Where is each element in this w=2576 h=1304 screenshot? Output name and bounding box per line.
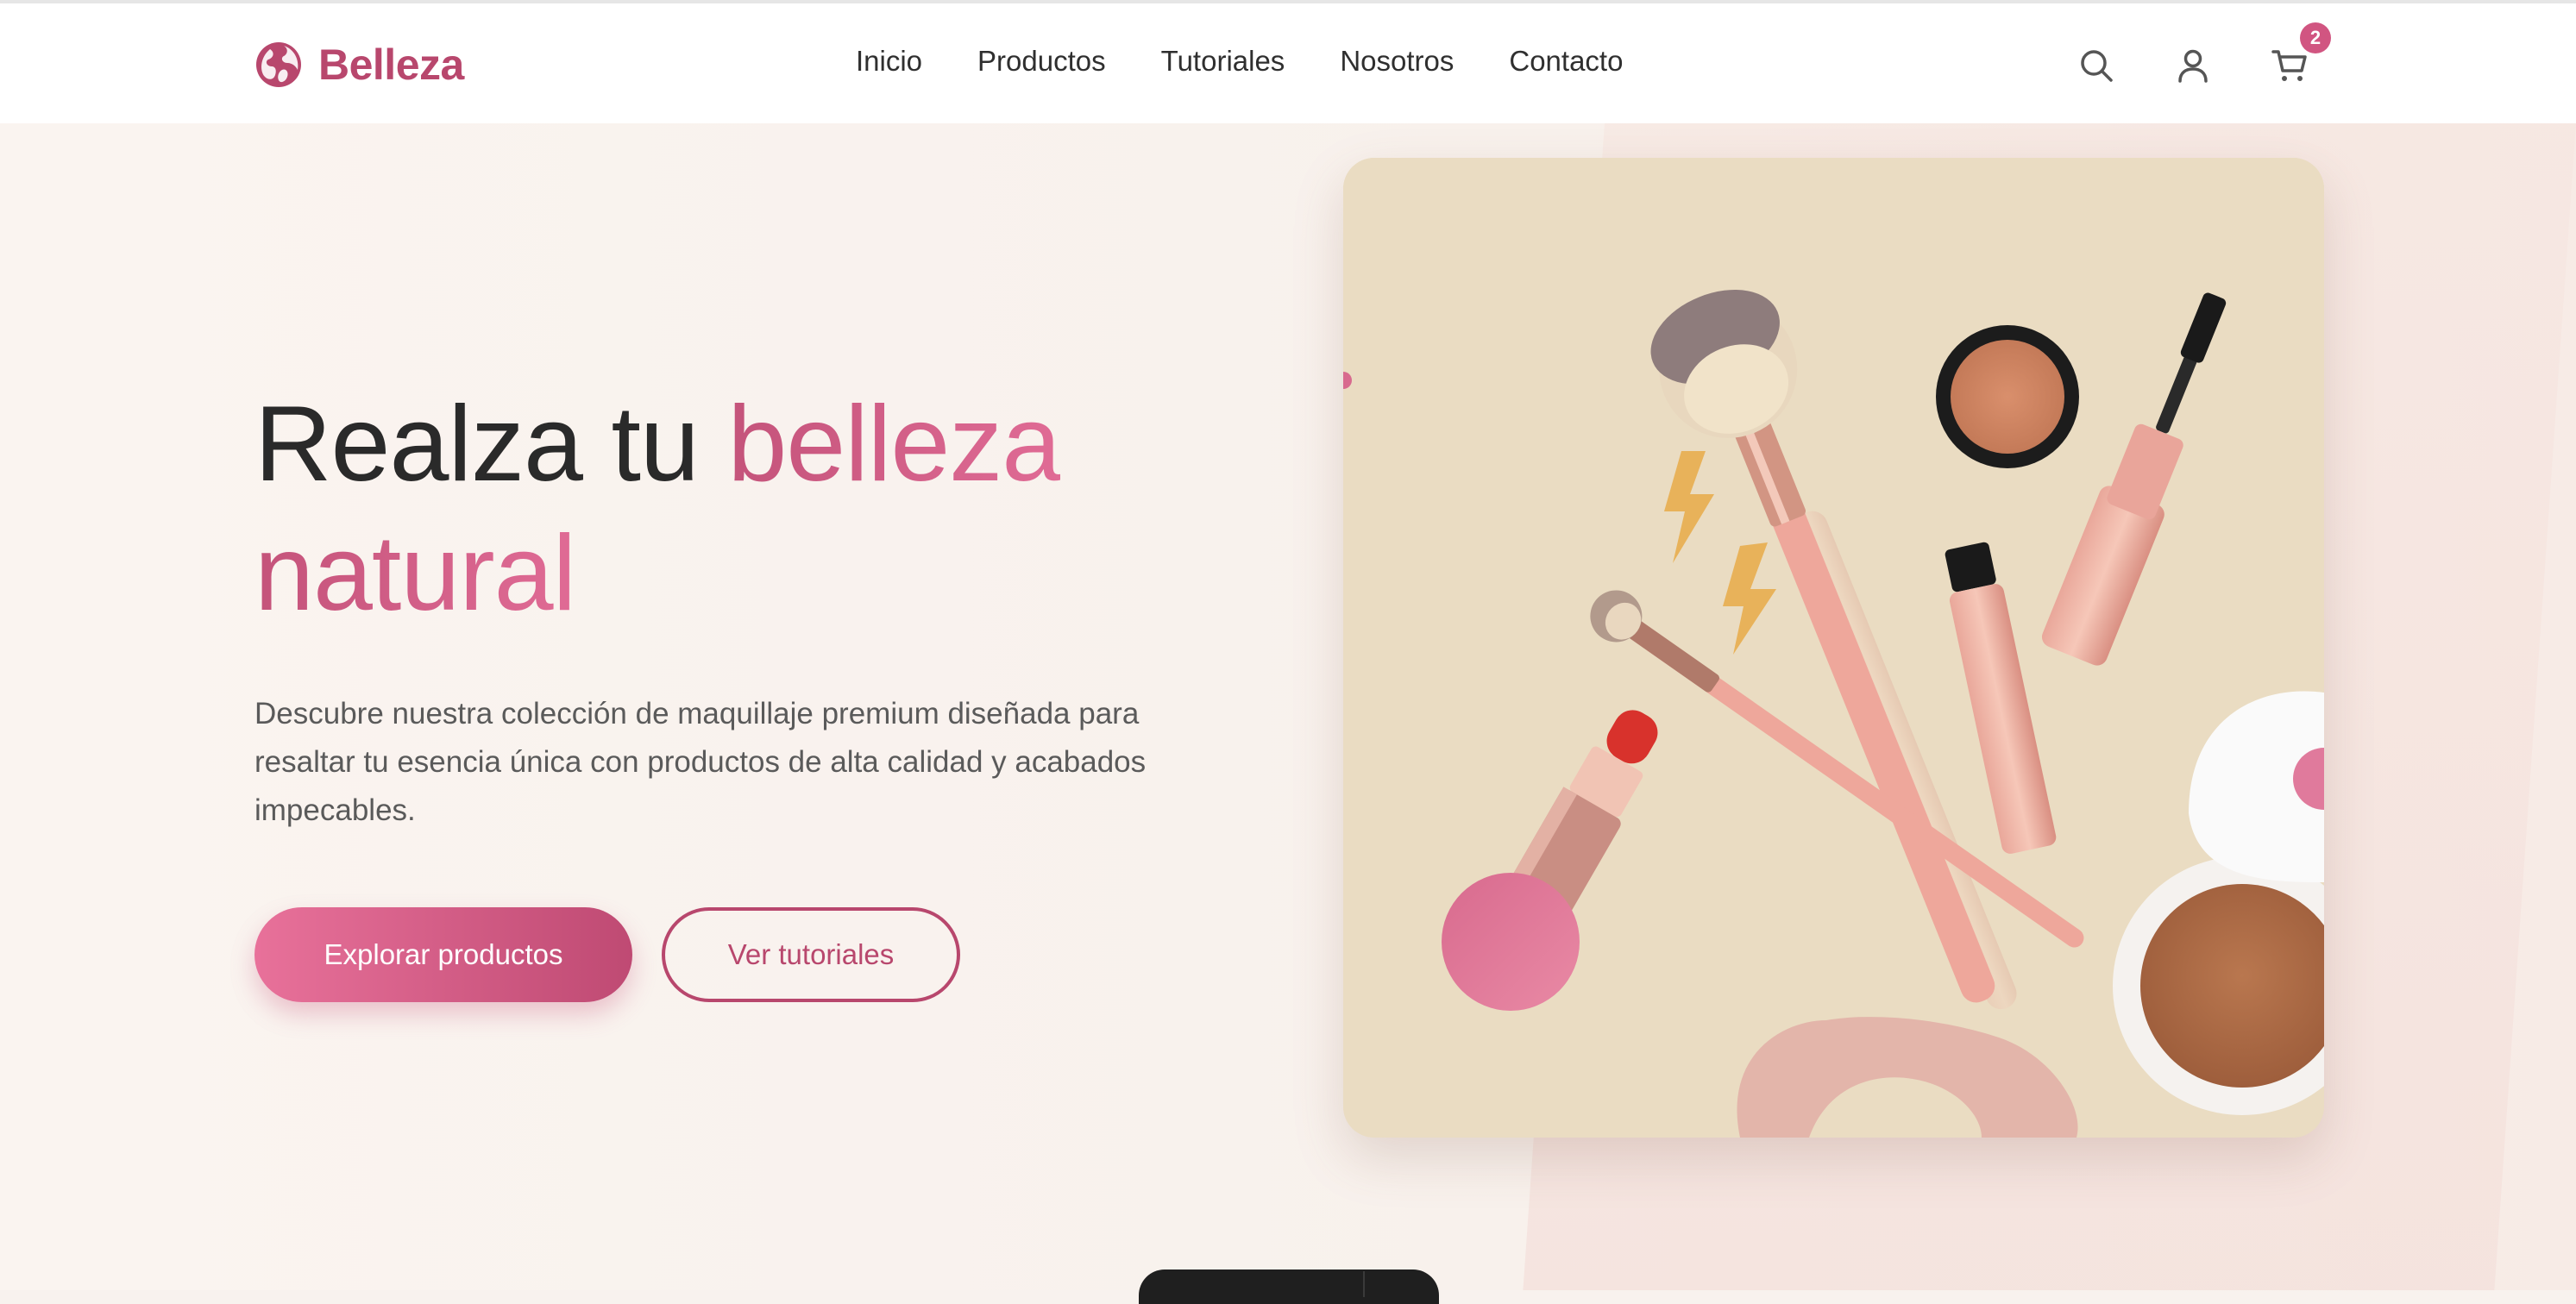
hero-title-accent: belleza xyxy=(727,385,1061,504)
site-header: Belleza Inicio Productos Tutoriales Noso… xyxy=(0,0,2576,123)
nav-item-contacto[interactable]: Contacto xyxy=(1509,45,1623,78)
brand-name: Belleza xyxy=(318,41,464,89)
nav-item-nosotros[interactable]: Nosotros xyxy=(1340,45,1454,78)
hero-title-plain: Realza tu xyxy=(254,385,700,504)
bottom-bar-divider xyxy=(1363,1271,1365,1297)
nav-item-inicio[interactable]: Inicio xyxy=(856,45,922,78)
main-nav: Inicio Productos Tutoriales Nosotros Con… xyxy=(856,45,1623,78)
cart-icon[interactable] xyxy=(2271,47,2309,85)
hero-title: Realza tu belleza natural xyxy=(254,379,1290,638)
globe-icon xyxy=(256,42,301,87)
makeup-products-illustration xyxy=(1343,158,2324,1138)
search-icon[interactable] xyxy=(2077,47,2115,85)
brand-logo[interactable]: Belleza xyxy=(254,40,464,90)
hero-description: Descubre nuestra colección de maquillaje… xyxy=(254,697,1147,827)
nav-item-productos[interactable]: Productos xyxy=(977,45,1106,78)
bottom-floating-bar xyxy=(1139,1270,1439,1304)
hero-title-accent-2: natural xyxy=(254,514,576,633)
cart-count-badge: 2 xyxy=(2300,22,2331,53)
hero-image xyxy=(1343,158,2324,1138)
nav-item-tutoriales[interactable]: Tutoriales xyxy=(1161,45,1285,78)
explore-products-button[interactable]: Explorar productos xyxy=(254,907,632,1002)
user-icon[interactable] xyxy=(2174,47,2212,85)
view-tutorials-button[interactable]: Ver tutoriales xyxy=(662,907,960,1002)
